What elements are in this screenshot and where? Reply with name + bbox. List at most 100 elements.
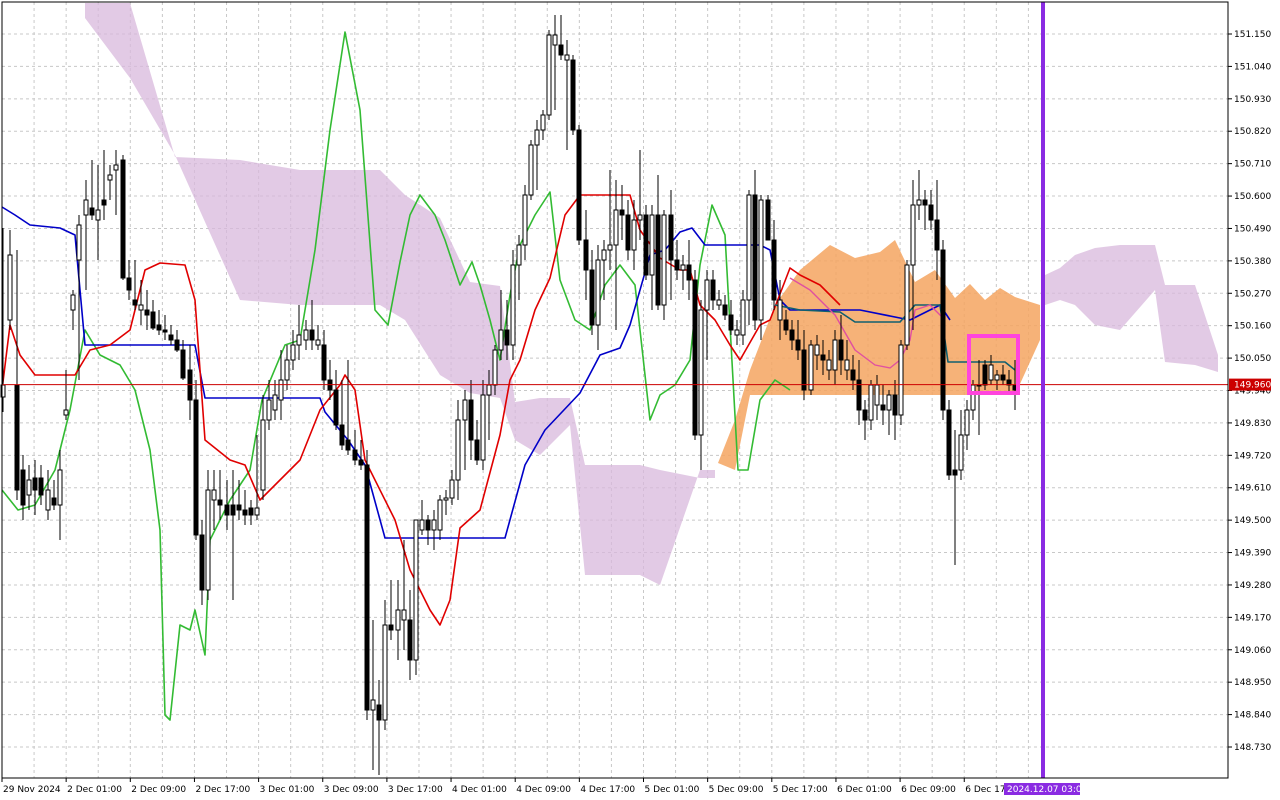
bear-candle [248,507,254,516]
bull-candle [272,394,278,411]
bear-candle [576,129,582,241]
bull-candle [63,409,69,416]
bear-candle [364,464,370,711]
bear-candle [89,207,95,216]
bull-candle [777,299,783,321]
bear-candle [38,477,44,496]
bull-candle [994,374,1000,381]
bull-candle [480,394,486,461]
bull-candle [808,344,814,391]
bull-candle [492,349,498,386]
bull-candle [680,264,686,271]
bull-candle [284,359,290,381]
bear-candle [558,44,564,56]
bear-candle [504,329,510,346]
bear-candle [783,319,789,331]
bear-candle [126,277,132,291]
bull-candle [370,699,376,711]
bull-candle [76,224,82,261]
bear-candle [193,399,199,536]
bull-candle [278,379,284,401]
bull-candle [498,329,504,351]
bull-candle [832,339,838,371]
bear-candle [14,384,20,491]
bear-candle [850,369,856,381]
bear-candle [674,259,680,271]
bear-candle [928,204,934,221]
bear-candle [425,519,431,531]
x-tick-label: 3 Dec 01:00 [260,785,315,795]
bull-candle [874,384,880,406]
bull-candle [661,214,667,306]
bear-candle [771,239,777,301]
x-tick-label: 2 Dec 09:00 [131,785,186,795]
current-price-label: 149.960 [1234,381,1271,391]
bear-candle [156,324,162,331]
bull-candle [437,499,443,531]
bear-candle [180,349,186,379]
bear-candle [32,477,38,491]
bull-candle [107,174,113,181]
bear-candle [144,309,150,316]
bear-candle [217,499,223,506]
bull-candle [564,54,570,61]
bear-candle [358,459,364,466]
bull-candle [540,114,546,131]
bull-candle [431,519,437,531]
y-tick-label: 150.930 [1234,95,1271,105]
bull-candle [113,164,119,171]
y-tick-label: 149.610 [1234,484,1271,494]
bull-candle [637,214,643,221]
x-tick-label: 6 Dec 09:00 [901,785,956,795]
bull-candle [455,419,461,481]
bear-candle [625,214,631,251]
bull-candle [382,624,388,721]
x-tick-label: 2 Dec 17:00 [195,785,250,795]
bear-candle [643,214,649,276]
bull-candle [613,209,619,246]
x-tick-label: 5 Dec 17:00 [773,785,828,795]
y-tick-label: 149.500 [1234,516,1271,526]
bear-candle [242,509,248,516]
price-chart[interactable]: 151.150 151.040 150.930 150.820 150.710 150.6… [0,0,1280,800]
bear-candle [120,159,126,279]
y-tick-label: 150.710 [1234,160,1271,170]
bear-candle [934,219,940,251]
y-tick-label: 150.050 [1234,354,1271,364]
bull-candle [976,384,982,387]
bull-candle [205,489,211,591]
y-tick-label: 150.160 [1234,322,1271,332]
bear-candle [1000,374,1006,381]
bull-candle [57,469,63,506]
bull-candle [964,409,970,436]
bull-candle [290,344,296,361]
bear-candle [862,409,868,421]
x-tick-label: 2 Dec 01:00 [67,785,122,795]
bear-candle [174,339,180,351]
bear-candle [345,439,351,451]
bull-candle [516,244,522,266]
bear-candle [51,497,57,506]
bull-candle [510,264,516,346]
bear-candle [388,624,394,631]
x-tick-label: 5 Dec 01:00 [645,785,700,795]
bull-candle [296,334,302,346]
bull-candle [868,384,874,421]
bull-candle [462,399,468,421]
bull-candle [138,304,144,311]
bear-candle [765,199,771,241]
bull-candle [595,259,601,326]
y-tick-label: 149.280 [1234,581,1271,591]
bear-candle [376,704,382,721]
y-tick-label: 148.730 [1234,743,1271,753]
bull-candle [303,329,309,341]
bull-candle [740,299,746,336]
bull-candle [607,244,613,251]
bull-candle [401,609,407,621]
y-tick-label: 150.380 [1234,257,1271,267]
bear-candle [162,329,168,333]
x-tick-label: 29 Nov 2024 [3,785,61,795]
bear-candle [352,449,358,461]
bull-candle [649,214,655,276]
bear-candle [946,409,952,476]
